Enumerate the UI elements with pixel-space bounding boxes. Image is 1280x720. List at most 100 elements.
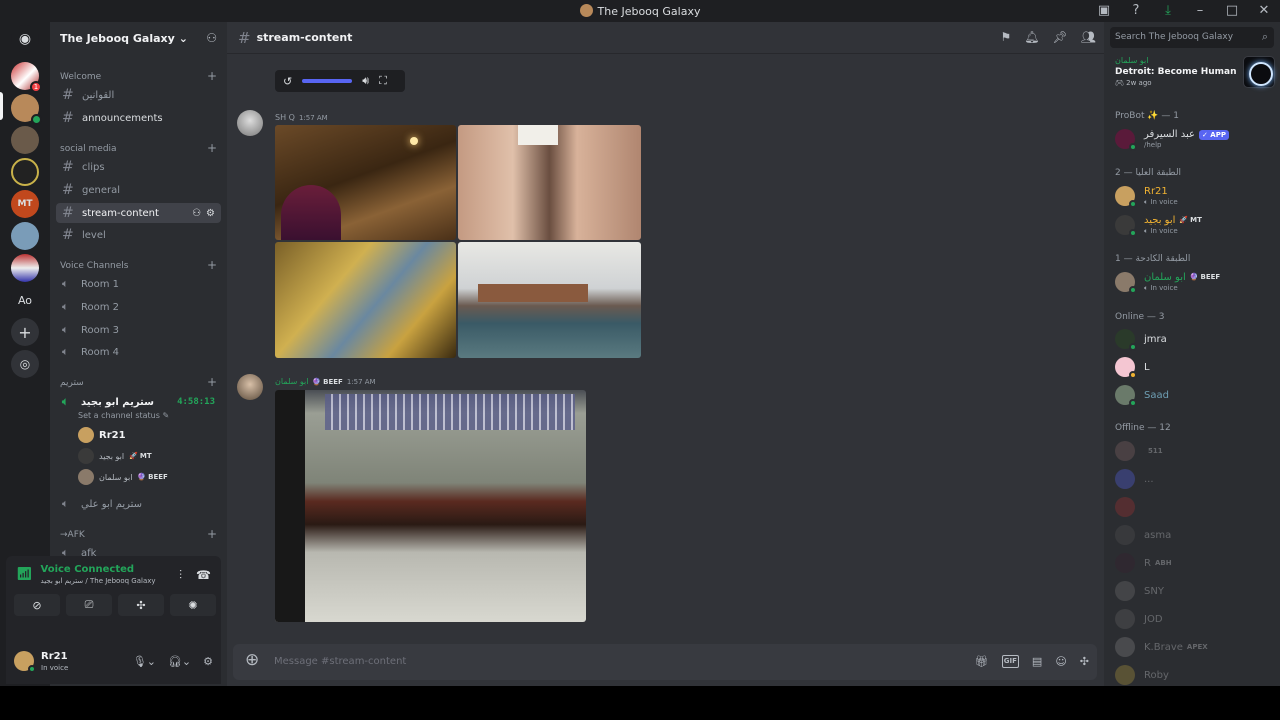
add-server-icon[interactable]: + [11, 318, 39, 346]
channel-stream-content[interactable]: # stream-content ⚇ ⚙ [56, 203, 221, 223]
search-input[interactable]: Search The Jebooq Galaxy ⌕ [1110, 27, 1274, 48]
server-header[interactable]: The Jebooq Galaxy ⌄ ⚇ [50, 22, 227, 54]
channel-level[interactable]: # level [56, 225, 221, 245]
user-name[interactable]: Rr21 [41, 651, 68, 662]
member-item[interactable]: Rr21 🔈︎ In voice [1115, 183, 1275, 209]
channel-announcements[interactable]: # announcements [56, 108, 221, 128]
invite-icon[interactable]: ⚇ [206, 31, 217, 45]
upload-plus-icon[interactable]: ⊕ [245, 650, 259, 670]
volume-icon[interactable]: 🔊︎ [362, 74, 369, 88]
voice-room-2[interactable]: 🔈︎ Room 2 [56, 297, 221, 317]
invite-member-icon[interactable]: ⚇ [192, 208, 201, 219]
voice-stream-channel[interactable]: 🔈︎ ستريم ابو بجيد 4:58:13 [56, 392, 221, 412]
gif-icon[interactable]: GIF [1001, 655, 1019, 668]
voice-room-3[interactable]: 🔈︎ Room 3 [56, 320, 221, 340]
voice-stream-channel-2[interactable]: 🔈︎ ستريم ابو علي [56, 494, 221, 514]
server-2-icon[interactable] [11, 94, 42, 125]
headphones-icon[interactable]: 🎧︎⌄ [168, 655, 191, 668]
member-item[interactable]: K.Brave APEX [1115, 634, 1275, 660]
screen-share-button[interactable]: ⎚ [66, 594, 112, 616]
member-item[interactable]: Roby [1115, 662, 1275, 688]
volume-slider[interactable] [302, 79, 353, 83]
gear-icon[interactable]: ⚙ [203, 655, 213, 668]
message-input[interactable]: Message #stream-content [274, 656, 406, 667]
fullscreen-icon[interactable]: ⛶ [379, 74, 387, 88]
category-welcome[interactable]: Welcome + [60, 70, 217, 82]
replay-icon[interactable]: ↺ [283, 75, 292, 88]
explore-icon[interactable]: ◎ [11, 350, 39, 378]
signal-icon[interactable]: 📶︎ [16, 567, 33, 582]
download-icon[interactable]: ⤓ [1160, 3, 1176, 19]
attachment-image[interactable] [458, 125, 641, 240]
server-mt-icon[interactable]: MT [11, 190, 39, 218]
category-voice-channels[interactable]: Voice Channels + [60, 259, 217, 271]
category-social-media[interactable]: social media + [60, 142, 217, 154]
channel-general[interactable]: # general [56, 180, 221, 200]
attachment-image[interactable] [275, 125, 456, 240]
add-channel-icon[interactable]: + [207, 142, 217, 154]
server-4-icon[interactable] [11, 158, 39, 186]
member-item[interactable]: asma [1115, 522, 1275, 548]
voice-user[interactable]: ابو بجيد 🚀 MT [78, 446, 152, 466]
voice-room-4[interactable]: 🔈︎ Room 4 [56, 342, 221, 362]
avatar[interactable] [237, 374, 263, 400]
camera-off-button[interactable]: ⊘ [14, 594, 60, 616]
sticker-icon[interactable]: ▤ [1032, 655, 1042, 668]
message-author[interactable]: SH Q [275, 113, 295, 122]
voice-connected-title[interactable]: Voice Connected [41, 564, 156, 575]
member-item[interactable]: ... [1115, 466, 1275, 492]
member-item[interactable]: Saad [1115, 382, 1275, 408]
category-afk[interactable]: →AFK + [60, 528, 217, 540]
add-channel-icon[interactable]: + [207, 70, 217, 82]
member-item[interactable]: ابو سلمان 🔮 BEEF 🔈︎ In voice [1115, 269, 1275, 295]
channel-status[interactable]: Set a channel status ✎ [78, 411, 169, 420]
noise-suppression-icon[interactable]: ⫶ [179, 568, 182, 583]
close-icon[interactable]: ✕ [1256, 3, 1272, 19]
microphone-icon[interactable]: 🎙︎⌄ [133, 655, 156, 668]
inbox-icon[interactable]: ▣ [1096, 3, 1112, 19]
pin-icon[interactable]: 📌︎ [1053, 30, 1068, 44]
member-item[interactable]: ابو بجيد 🚀 MT 🔈︎ In voice [1115, 212, 1275, 238]
member-item[interactable] [1115, 494, 1275, 520]
voice-connected-sub[interactable]: ستريم ابو بجيد / The Jebooq Galaxy [41, 577, 156, 585]
activity-card[interactable]: ابو سلمان Detroit: Become Human 🎮︎ 2w ag… [1115, 56, 1275, 88]
voice-user[interactable]: ابو سلمان 🔮 BEEF [78, 467, 168, 487]
gift-icon[interactable]: 🎁︎ [975, 655, 989, 668]
discord-home-icon[interactable]: ◉ [11, 25, 39, 53]
attachment-image[interactable] [458, 242, 641, 358]
member-item[interactable]: L [1115, 354, 1275, 380]
bell-icon[interactable]: 🔔︎ [1024, 30, 1039, 44]
message-author[interactable]: ابو سلمان [275, 377, 308, 386]
threads-icon[interactable]: ⚑ [1001, 30, 1012, 44]
voice-room-1[interactable]: 🔈︎ Room 1 [56, 274, 221, 294]
voice-user[interactable]: Rr21 [78, 425, 126, 445]
channel-clips[interactable]: # clips [56, 157, 221, 177]
attachment-image[interactable] [275, 390, 586, 622]
help-icon[interactable]: ? [1128, 3, 1144, 19]
server-5-icon[interactable] [11, 222, 39, 250]
add-channel-icon[interactable]: + [207, 376, 217, 388]
channel-rules[interactable]: # القوانين [56, 85, 221, 105]
member-item[interactable]: عبد السيرفر ✓ APP/help [1115, 126, 1275, 152]
emoji-icon[interactable]: ☺ [1055, 655, 1066, 668]
activities-button[interactable]: ✣ [118, 594, 164, 616]
member-item[interactable]: R ABH [1115, 550, 1275, 576]
avatar[interactable] [237, 110, 263, 136]
gear-icon[interactable]: ⚙ [206, 208, 215, 219]
member-item[interactable]: SNY [1115, 578, 1275, 604]
soundboard-button[interactable]: ✺ [170, 594, 216, 616]
server-1-icon[interactable]: 1 [11, 62, 42, 93]
member-item[interactable]: JOD [1115, 606, 1275, 632]
member-item[interactable]: jmra [1115, 326, 1275, 352]
category-stream[interactable]: ستريم + [60, 376, 217, 388]
attachment-image[interactable] [275, 242, 456, 358]
server-ao-icon[interactable]: Ao [11, 286, 39, 314]
add-channel-icon[interactable]: + [207, 528, 217, 540]
minimize-icon[interactable]: – [1192, 3, 1208, 19]
members-icon[interactable]: 👥︎ [1081, 30, 1096, 44]
maximize-icon[interactable]: □ [1224, 3, 1240, 19]
server-3-icon[interactable] [11, 126, 39, 154]
add-channel-icon[interactable]: + [207, 259, 217, 271]
member-item[interactable]: 511 [1115, 438, 1275, 464]
server-6-icon[interactable] [11, 254, 39, 282]
